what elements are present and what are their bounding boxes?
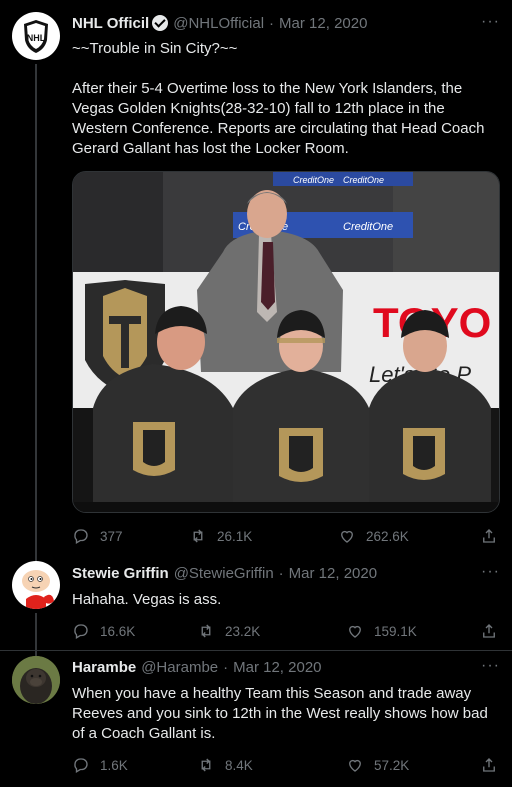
retweet-count: 23.2K — [225, 623, 261, 639]
banner-text: CreditOne — [343, 175, 384, 185]
media-image: CreditOne CreditOne CreditOne CreditOne … — [73, 172, 499, 512]
more-icon[interactable]: ··· — [481, 563, 500, 581]
retweet-icon — [201, 758, 211, 772]
share-button[interactable] — [480, 527, 498, 545]
like-count: 262.6K — [366, 528, 409, 544]
tweet-text: ~~Trouble in Sin City?~~ After their 5-4… — [72, 40, 485, 157]
tweet-actions: 1.6K 8.4K 57.2K — [72, 756, 500, 776]
dot-separator: · — [223, 658, 229, 676]
nhl-shield-icon: NHL — [24, 20, 48, 53]
retweet-button[interactable]: 23.2K — [197, 622, 260, 640]
dot-separator: · — [269, 14, 275, 32]
author-handle[interactable]: @Harambe — [141, 659, 218, 676]
author-handle[interactable]: @StewieGriffin — [174, 565, 274, 582]
author-handle[interactable]: @NHLOfficial — [173, 15, 264, 32]
more-icon[interactable]: ··· — [481, 657, 500, 675]
retweet-icon — [201, 624, 211, 638]
share-icon — [483, 758, 495, 772]
reply-button[interactable]: 16.6K — [72, 622, 135, 640]
retweet-count: 8.4K — [225, 757, 253, 773]
verified-badge-icon — [152, 15, 169, 31]
tweet-harambe[interactable]: Harambe @Harambe · Mar 12, 2020 ··· When… — [0, 650, 512, 787]
divider — [0, 650, 512, 651]
tweet-header: Harambe @Harambe · Mar 12, 2020 ··· — [72, 657, 500, 677]
like-icon — [341, 530, 353, 543]
avatar-text: NHL — [27, 33, 46, 43]
tweet-header: Stewie Griffin @StewieGriffin · Mar 12, … — [72, 563, 500, 583]
like-icon — [349, 625, 361, 638]
author-name[interactable]: Harambe — [72, 659, 136, 676]
like-count: 159.1K — [374, 623, 417, 639]
tweet-actions: 16.6K 23.2K 159.1K — [72, 622, 500, 642]
avatar[interactable]: NHL — [12, 12, 60, 60]
reply-count: 1.6K — [100, 757, 128, 773]
share-button[interactable] — [480, 622, 498, 640]
reply-icon — [74, 529, 88, 544]
like-button[interactable]: 159.1K — [346, 622, 417, 640]
like-button[interactable]: 262.6K — [338, 527, 409, 545]
reply-count: 16.6K — [100, 623, 136, 639]
gorilla-avatar-icon — [12, 656, 60, 704]
thread-line — [35, 64, 37, 562]
share-button[interactable] — [480, 756, 498, 774]
tweet-date[interactable]: Mar 12, 2020 — [233, 659, 321, 676]
banner-text: CreditOne — [293, 175, 334, 185]
tweet-date[interactable]: Mar 12, 2020 — [279, 15, 367, 32]
tweet-media[interactable]: CreditOne CreditOne CreditOne CreditOne … — [72, 171, 500, 513]
like-button[interactable]: 57.2K — [346, 756, 409, 774]
retweet-count: 26.1K — [217, 528, 253, 544]
like-count: 57.2K — [374, 757, 410, 773]
tweet-header: NHL Officil @NHLOfficial · Mar 12, 2020 … — [72, 13, 500, 33]
tweet-nhl[interactable]: NHL NHL Officil @NHLOfficial · Mar 12, 2… — [0, 0, 512, 562]
dot-separator: · — [278, 564, 284, 582]
tweet-stewie[interactable]: Stewie Griffin @StewieGriffin · Mar 12, … — [0, 556, 512, 656]
tweet-text: When you have a healthy Team this Season… — [72, 685, 488, 742]
retweet-button[interactable]: 26.1K — [189, 527, 252, 545]
reply-count: 377 — [100, 528, 123, 544]
retweet-button[interactable]: 8.4K — [197, 756, 253, 774]
author-name[interactable]: Stewie Griffin — [72, 565, 169, 582]
reply-button[interactable]: 1.6K — [72, 756, 128, 774]
more-icon[interactable]: ··· — [481, 13, 500, 31]
banner-text: CreditOne — [343, 221, 393, 233]
reply-icon — [74, 758, 88, 773]
avatar[interactable] — [12, 561, 60, 609]
author-name[interactable]: NHL Officil — [72, 15, 149, 32]
tweet-actions: 377 26.1K 262.6K — [72, 527, 500, 547]
reply-button[interactable]: 377 — [72, 527, 123, 545]
share-icon — [483, 624, 495, 638]
avatar[interactable] — [12, 656, 60, 704]
like-icon — [349, 759, 361, 772]
stewie-avatar-icon — [22, 570, 54, 609]
tweet-date[interactable]: Mar 12, 2020 — [289, 565, 377, 582]
retweet-icon — [193, 529, 203, 543]
share-icon — [483, 529, 495, 543]
tweet-text: Hahaha. Vegas is ass. — [72, 591, 222, 608]
reply-icon — [74, 624, 88, 639]
